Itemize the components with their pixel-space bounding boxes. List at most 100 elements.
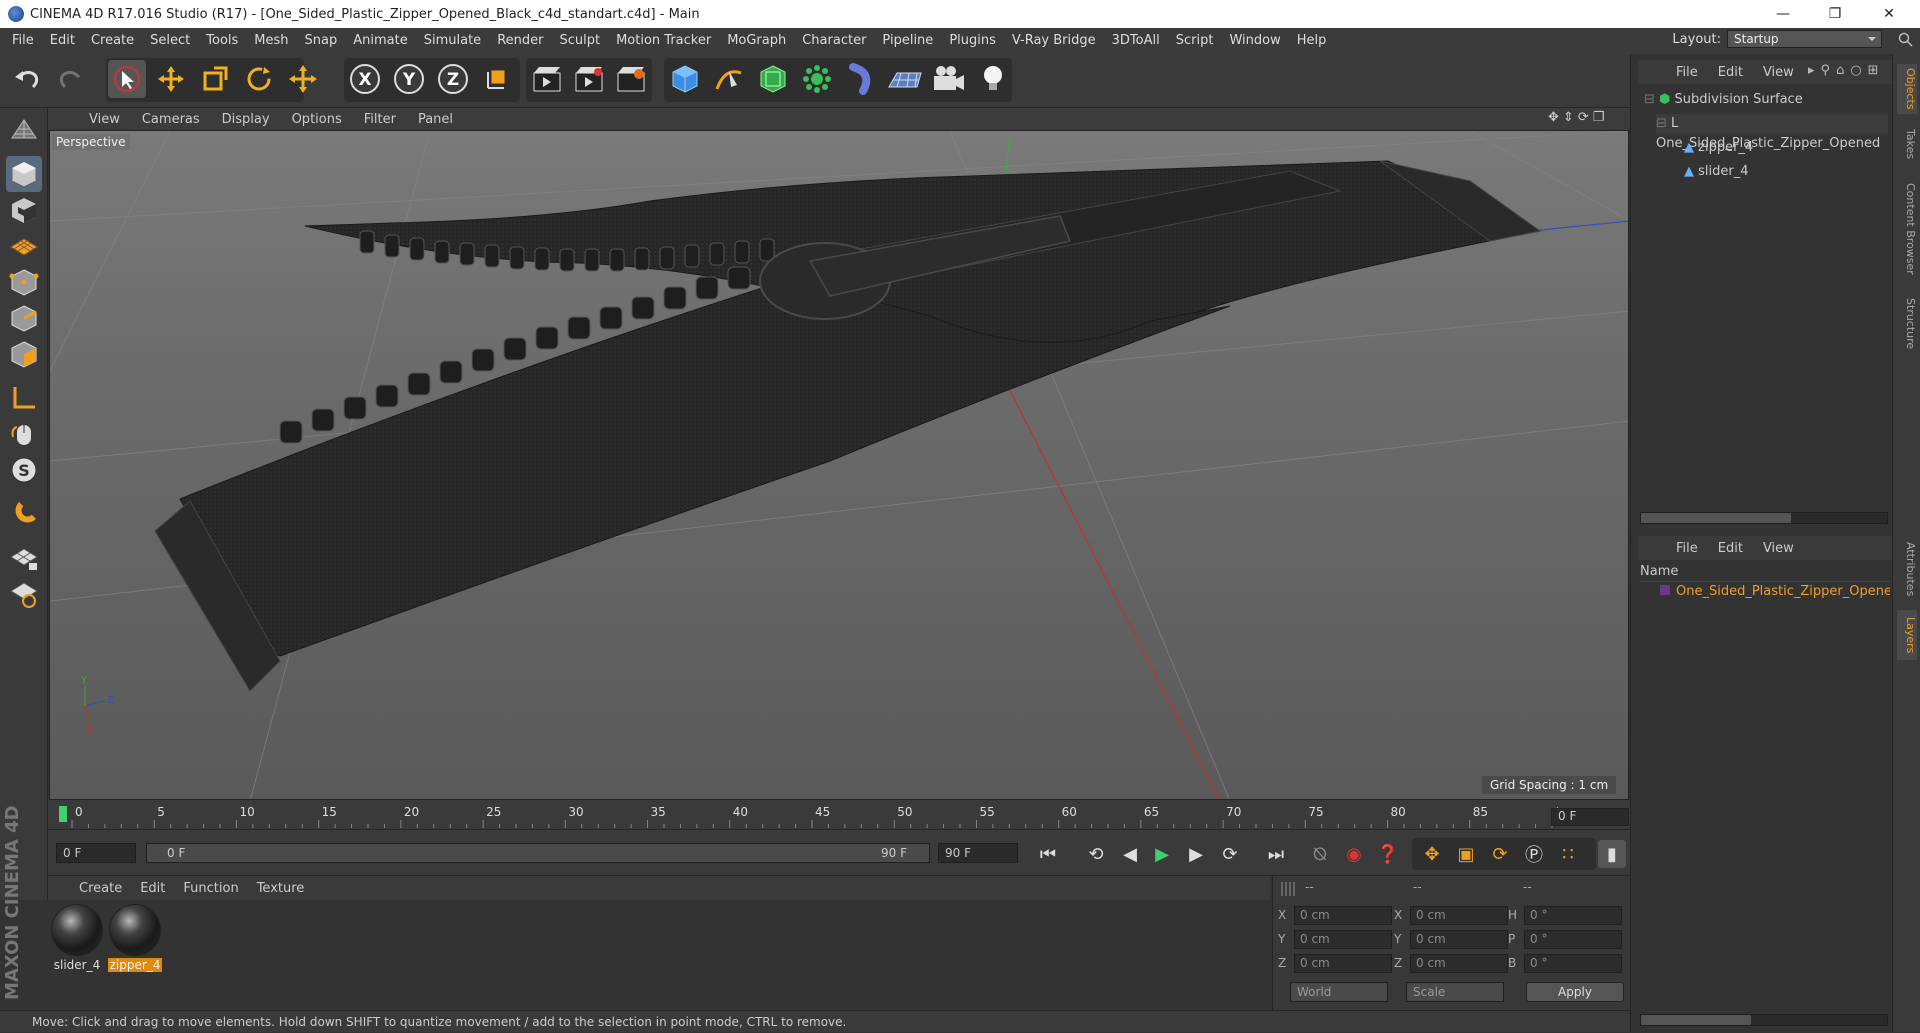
- menu-mesh[interactable]: Mesh: [246, 28, 296, 54]
- material-menu-texture[interactable]: Texture: [248, 881, 314, 896]
- search-icon[interactable]: ⚲: [1821, 63, 1831, 78]
- pen-spline-icon[interactable]: [710, 60, 748, 98]
- tab-content-browser[interactable]: Content Browser: [1897, 174, 1917, 284]
- material-zipper-4[interactable]: zipper_4: [108, 904, 162, 976]
- record-scale-icon[interactable]: ▣: [1452, 840, 1480, 868]
- timeline-ruler[interactable]: 051015202530354045505560657075808590: [48, 800, 1630, 830]
- record-position-icon[interactable]: ✥: [1418, 840, 1446, 868]
- menu-render[interactable]: Render: [489, 28, 551, 54]
- x-axis-lock-icon[interactable]: X: [346, 60, 384, 98]
- rotate-icon[interactable]: [240, 60, 278, 98]
- coordinate-system-icon[interactable]: [478, 60, 516, 98]
- tab-layers[interactable]: Layers: [1897, 610, 1917, 660]
- record-point-level-icon[interactable]: ∷: [1554, 840, 1582, 868]
- coord-pos-field[interactable]: 0 cm: [1294, 906, 1392, 925]
- model-mode-icon[interactable]: [6, 156, 42, 192]
- restore-icon[interactable]: ❐: [1812, 0, 1858, 28]
- next-key-icon[interactable]: ⟳: [1216, 840, 1244, 868]
- viewport-menu-cameras[interactable]: Cameras: [131, 112, 211, 127]
- search-icon[interactable]: [1898, 32, 1914, 48]
- menu-help[interactable]: Help: [1289, 28, 1335, 54]
- menu-motion-tracker[interactable]: Motion Tracker: [608, 28, 719, 54]
- close-icon[interactable]: ✕: [1866, 0, 1912, 28]
- start-frame-field[interactable]: 0 F: [56, 843, 136, 863]
- tab-takes[interactable]: Takes: [1897, 124, 1917, 164]
- z-axis-lock-icon[interactable]: Z: [434, 60, 472, 98]
- current-frame-field[interactable]: 0 F: [1551, 808, 1629, 826]
- edges-mode-icon[interactable]: [6, 300, 42, 336]
- tab-structure[interactable]: Structure: [1897, 294, 1917, 354]
- menu-v-ray-bridge[interactable]: V-Ray Bridge: [1004, 28, 1104, 54]
- points-mode-icon[interactable]: [6, 264, 42, 300]
- previous-frame-icon[interactable]: ◀: [1116, 840, 1144, 868]
- polygons-mode-icon[interactable]: [6, 336, 42, 372]
- menu-script[interactable]: Script: [1168, 28, 1222, 54]
- layer-manager-scrollbar[interactable]: [1640, 1014, 1888, 1026]
- record-rotation-icon[interactable]: ⟳: [1486, 840, 1514, 868]
- subdivision-surface-icon[interactable]: [754, 60, 792, 98]
- material-menu-function[interactable]: Function: [174, 881, 247, 896]
- scale-mode-dropdown[interactable]: Scale: [1406, 982, 1504, 1002]
- tweak-mode-icon[interactable]: [6, 416, 42, 452]
- minimize-icon[interactable]: —: [1760, 0, 1806, 28]
- play-icon[interactable]: ▶: [1148, 840, 1176, 868]
- texture-mode-icon[interactable]: [6, 192, 42, 228]
- viewport-menu-options[interactable]: Options: [281, 112, 353, 127]
- menu-tools[interactable]: Tools: [198, 28, 246, 54]
- coord-rot-field[interactable]: 0 °: [1524, 954, 1622, 973]
- redo-icon[interactable]: [52, 60, 90, 98]
- scale-icon[interactable]: [196, 60, 234, 98]
- menu-file[interactable]: File: [4, 28, 42, 54]
- y-axis-lock-icon[interactable]: Y: [390, 60, 428, 98]
- menu-edit[interactable]: Edit: [42, 28, 83, 54]
- menu-select[interactable]: Select: [142, 28, 198, 54]
- viewport-menu-display[interactable]: Display: [211, 112, 281, 127]
- viewport-orbit-icon[interactable]: ⟳: [1578, 110, 1589, 125]
- coord-size-field[interactable]: 0 cm: [1410, 930, 1508, 949]
- object-menu-file[interactable]: File: [1666, 65, 1708, 80]
- tree-item-zipper-4[interactable]: ▲ zipper_4: [1684, 138, 1753, 158]
- axis-mode-icon[interactable]: [6, 380, 42, 416]
- render-picture-viewer-icon[interactable]: [570, 60, 608, 98]
- new-window-icon[interactable]: ⊞: [1868, 63, 1879, 78]
- workplane-mode-icon[interactable]: [6, 228, 42, 264]
- layer-item[interactable]: One_Sided_Plastic_Zipper_Opened: [1650, 582, 1890, 602]
- coord-pos-field[interactable]: 0 cm: [1294, 930, 1392, 949]
- render-settings-icon[interactable]: [612, 60, 650, 98]
- layout-dropdown[interactable]: Startup: [1727, 30, 1882, 48]
- playhead-marker[interactable]: [59, 806, 67, 822]
- end-frame-field[interactable]: 90 F: [938, 843, 1018, 863]
- mograph-cloner-icon[interactable]: [798, 60, 836, 98]
- menu-snap[interactable]: Snap: [297, 28, 346, 54]
- coord-rot-field[interactable]: 0 °: [1524, 906, 1622, 925]
- viewport-menu-panel[interactable]: Panel: [407, 112, 464, 127]
- menu-create[interactable]: Create: [83, 28, 142, 54]
- go-to-end-icon[interactable]: ⏭: [1262, 840, 1290, 868]
- arrow-right-icon[interactable]: ▸: [1808, 63, 1815, 78]
- menu-mograph[interactable]: MoGraph: [719, 28, 794, 54]
- undo-icon[interactable]: [8, 60, 46, 98]
- record-parameter-icon[interactable]: Ⓟ: [1520, 840, 1548, 868]
- viewport-menu-view[interactable]: View: [78, 112, 131, 127]
- go-to-start-icon[interactable]: ⏮: [1034, 840, 1062, 868]
- material-slider-4[interactable]: slider_4: [50, 904, 104, 976]
- home-icon[interactable]: ⌂: [1836, 63, 1844, 78]
- auto-keying-icon[interactable]: ◉: [1340, 840, 1368, 868]
- snapping-icon[interactable]: S: [6, 452, 42, 488]
- move-alt-icon[interactable]: [284, 60, 322, 98]
- cube-primitive-icon[interactable]: [666, 60, 704, 98]
- object-menu-view[interactable]: View: [1753, 65, 1804, 80]
- record-keys-icon[interactable]: ⦰: [1306, 840, 1334, 868]
- menu-animate[interactable]: Animate: [345, 28, 415, 54]
- tree-item-subdivision-surface[interactable]: ⊟ ⬢ Subdivision Surface: [1644, 90, 1888, 110]
- layer-menu-file[interactable]: File: [1666, 541, 1708, 556]
- material-menu-create[interactable]: Create: [70, 881, 131, 896]
- render-view-icon[interactable]: [528, 60, 566, 98]
- coord-size-field[interactable]: 0 cm: [1410, 954, 1508, 973]
- menu-pipeline[interactable]: Pipeline: [874, 28, 941, 54]
- perspective-viewport[interactable]: Y Z X: [49, 130, 1629, 800]
- menu-plugins[interactable]: Plugins: [941, 28, 1004, 54]
- floor-environment-icon[interactable]: [886, 60, 924, 98]
- deformer-bend-icon[interactable]: [842, 60, 880, 98]
- make-editable-icon[interactable]: [6, 112, 42, 148]
